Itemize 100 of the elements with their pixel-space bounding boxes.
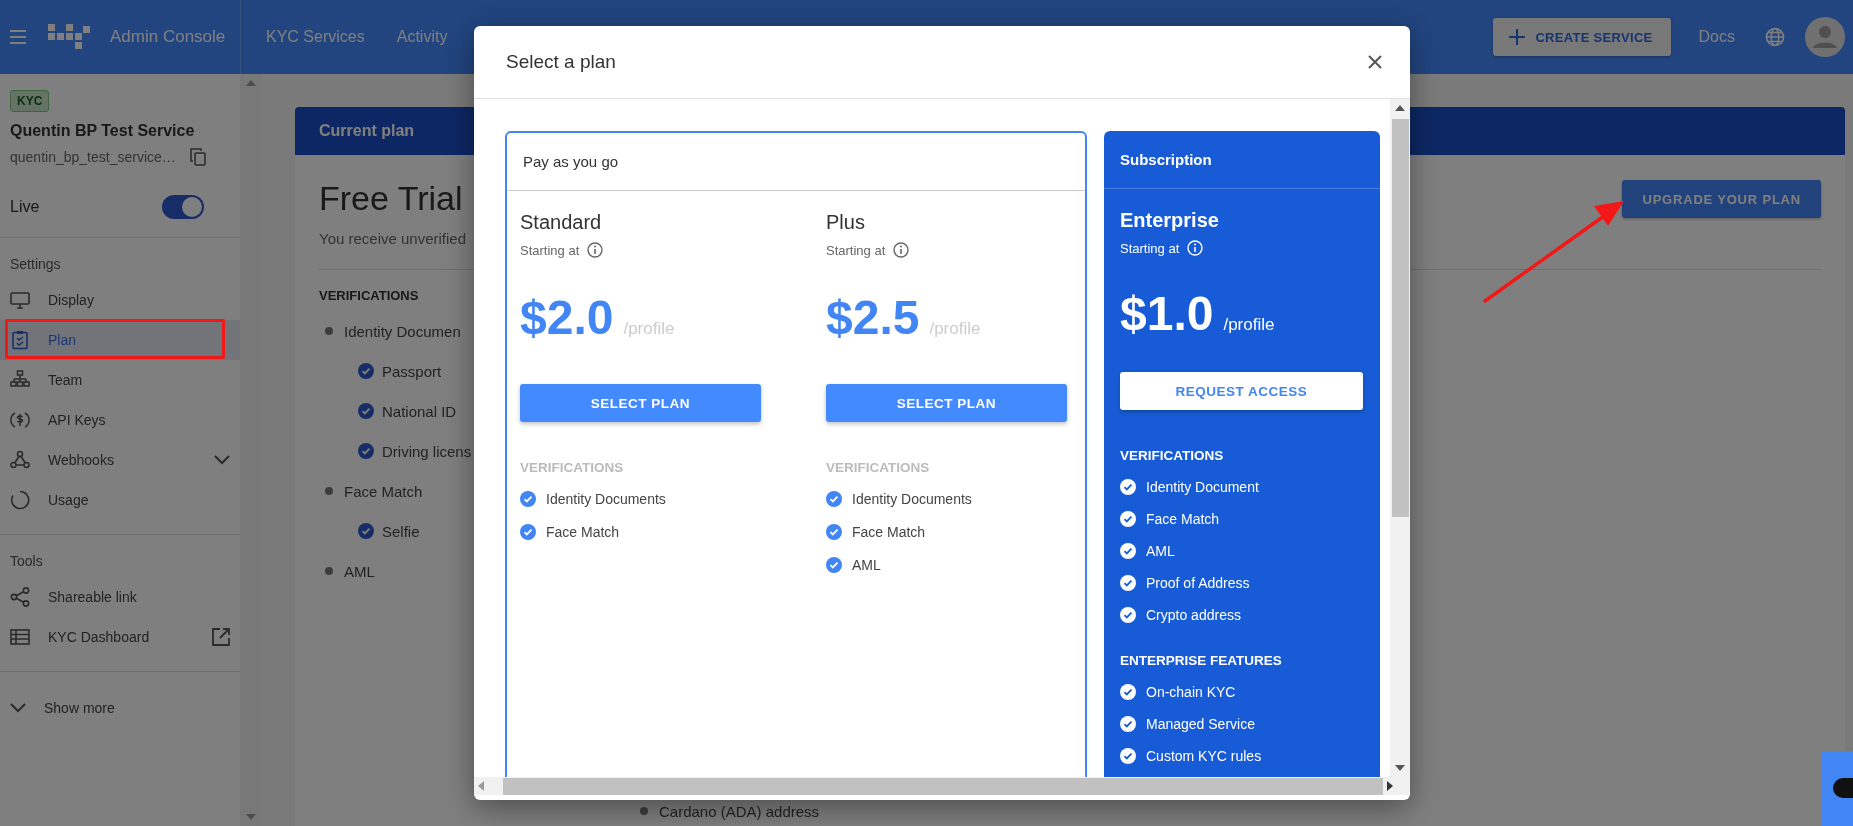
dollar-icon xyxy=(10,410,30,430)
info-icon xyxy=(893,242,910,258)
section-heading: VERIFICATIONS xyxy=(826,460,931,475)
chevron-down-icon xyxy=(10,703,26,713)
show-more-link[interactable]: Show more xyxy=(0,688,240,728)
create-service-button[interactable]: CREATE SERVICE xyxy=(1493,18,1671,56)
section-heading: ENTERPRISE FEATURES xyxy=(1120,653,1283,668)
section-heading: VERIFICATIONS xyxy=(319,288,419,303)
verification-item: Driving licens xyxy=(382,442,472,460)
info-icon xyxy=(587,242,604,258)
service-badge: KYC xyxy=(10,90,50,112)
arrow-right-icon xyxy=(1387,781,1393,791)
section-title: Tools xyxy=(9,552,44,571)
bullet-icon xyxy=(325,567,333,575)
select-plan-button[interactable]: SELECT PLAN xyxy=(520,384,761,422)
check-icon xyxy=(358,443,374,459)
plan-price: $1.0 xyxy=(1120,286,1214,341)
section-heading: VERIFICATIONS xyxy=(520,460,625,475)
monitor-icon xyxy=(10,290,30,310)
section-title: Settings xyxy=(9,255,62,274)
arrow-left-icon xyxy=(478,781,484,791)
group-title: Subscription xyxy=(1120,151,1212,168)
copy-icon xyxy=(189,148,206,166)
verification-item: National ID xyxy=(382,402,457,420)
check-icon xyxy=(1120,684,1136,700)
sidebar-item[interactable]: Webhooks xyxy=(0,440,240,480)
hierarchy-icon xyxy=(10,370,30,390)
arrow-down-icon xyxy=(1395,765,1405,771)
feature-item: Face Match xyxy=(546,524,620,540)
bullet-icon xyxy=(325,487,333,495)
nav-link[interactable]: Activity xyxy=(396,28,448,46)
feature-item: Custom KYC rules xyxy=(1146,748,1262,764)
live-toggle[interactable] xyxy=(162,195,204,219)
logo-icon xyxy=(48,24,90,50)
check-icon xyxy=(1120,511,1136,527)
starting-at-label: Starting at xyxy=(520,242,580,258)
feature-item: Face Match xyxy=(852,524,926,540)
sidebar-item[interactable]: Shareable link xyxy=(0,577,240,617)
verification-item: Selfie xyxy=(382,522,420,540)
globe-icon xyxy=(1765,27,1785,47)
arrow-up-icon xyxy=(246,80,256,86)
nav-link[interactable]: KYC Services xyxy=(266,28,365,46)
clipboard-icon xyxy=(10,330,30,350)
plan-name: Free Trial xyxy=(319,179,464,218)
sidebar-item[interactable]: Team xyxy=(0,360,240,400)
live-label: Live xyxy=(10,198,40,216)
feature-item: Proof of Address xyxy=(1146,575,1250,591)
check-icon xyxy=(1120,607,1136,623)
avatar-icon xyxy=(1805,17,1845,57)
plan-name: Enterprise xyxy=(1120,209,1220,232)
request-access-button[interactable]: REQUEST ACCESS xyxy=(1120,372,1363,410)
docs-link[interactable]: Docs xyxy=(1698,28,1735,46)
feature-item: Identity Documents xyxy=(852,491,972,507)
menu-icon xyxy=(10,30,26,44)
select-plan-button[interactable]: SELECT PLAN xyxy=(826,384,1067,422)
starting-at-label: Starting at xyxy=(826,242,886,258)
plan-name: Standard xyxy=(520,211,603,234)
bullet-icon xyxy=(325,327,333,335)
price-unit: /profile xyxy=(1223,315,1275,335)
verification-item: Face Match xyxy=(344,482,423,500)
feature-item: On-chain KYC xyxy=(1146,684,1236,700)
feature-item: AML xyxy=(1146,543,1175,559)
sidebar-item[interactable]: API Keys xyxy=(0,400,240,440)
list-icon xyxy=(10,627,30,647)
plan-description: You receive unverified xyxy=(319,230,467,247)
scrollbar-thumb[interactable] xyxy=(1391,119,1409,517)
feature-item: Face Match xyxy=(1146,511,1220,527)
sidebar-item[interactable]: Usage xyxy=(0,480,240,520)
starting-at-label: Starting at xyxy=(1120,240,1180,256)
check-icon xyxy=(358,523,374,539)
check-icon xyxy=(1120,479,1136,495)
verification-item: Identity Documen xyxy=(344,322,461,340)
chevron-down-icon xyxy=(214,455,230,465)
feature-item: Managed Service xyxy=(1146,716,1255,732)
plan-name: Plus xyxy=(826,211,866,234)
check-icon xyxy=(826,557,842,573)
info-icon xyxy=(1187,240,1204,256)
upgrade-plan-button[interactable]: UPGRADE YOUR PLAN xyxy=(1622,180,1821,218)
external-link-icon xyxy=(212,628,230,646)
sidebar-item[interactable]: Display xyxy=(0,280,240,320)
check-icon xyxy=(1120,543,1136,559)
check-icon xyxy=(826,491,842,507)
sidebar-item[interactable]: KYC Dashboard xyxy=(0,617,240,657)
verification-item: Passport xyxy=(382,362,442,380)
check-icon xyxy=(826,524,842,540)
card-title: Current plan xyxy=(319,122,415,140)
check-icon xyxy=(358,363,374,379)
verification-item: Cardano (ADA) address xyxy=(659,802,820,820)
plan-price: $2.0 xyxy=(520,290,614,345)
group-title: Pay as you go xyxy=(523,153,619,170)
check-icon xyxy=(520,491,536,507)
feature-item: AML xyxy=(852,557,881,573)
check-icon xyxy=(520,524,536,540)
section-heading: VERIFICATIONS xyxy=(1120,448,1225,463)
check-icon xyxy=(1120,748,1136,764)
bullet-icon xyxy=(640,807,648,815)
product-name: Admin Console xyxy=(110,27,227,47)
feature-item: Identity Documents xyxy=(546,491,666,507)
check-icon xyxy=(1120,575,1136,591)
service-id: quentin_bp_test_service… xyxy=(10,149,176,165)
